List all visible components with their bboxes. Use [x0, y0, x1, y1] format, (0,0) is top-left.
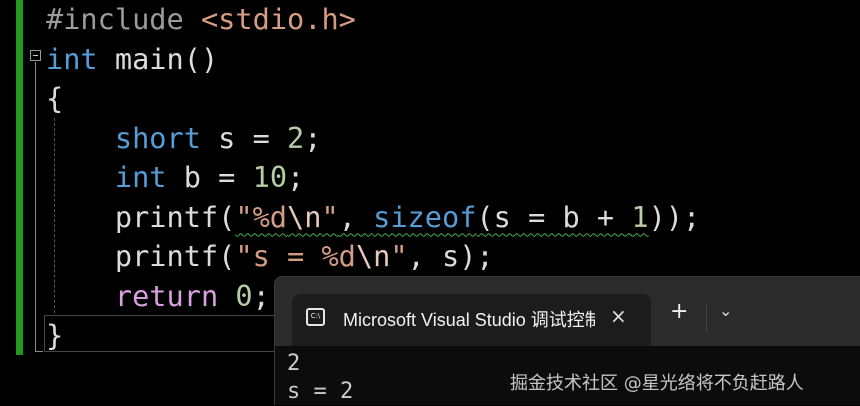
code-token: )); — [648, 199, 701, 234]
code-token: , — [338, 199, 374, 234]
new-tab-button[interactable]: + — [670, 299, 688, 324]
number-literal: 1 — [631, 199, 649, 234]
code-token: printf( — [46, 239, 236, 273]
watermark: 掘金技术社区 @星光络将不负赶路人 — [510, 373, 804, 394]
code-token: printf( — [46, 199, 236, 234]
string-literal: "%d — [235, 199, 288, 234]
code-line-4: short s = 2; — [46, 119, 700, 159]
header-name: <stdio.h> — [200, 2, 356, 36]
output-line: s = 2 — [287, 379, 354, 404]
code-token: } — [46, 318, 64, 352]
code-token: b = — [166, 160, 253, 194]
preprocessor-directive: #include — [46, 2, 184, 36]
code-line-1: #include <stdio.h> — [46, 0, 700, 40]
code-line-5: int b = 10; — [46, 158, 700, 198]
keyword: int — [46, 41, 98, 76]
number-literal: 2 — [287, 120, 305, 155]
output-line: 2 — [287, 351, 301, 376]
code-line-2: int main() — [46, 40, 700, 80]
fold-guide-line — [35, 62, 36, 352]
code-token: ; — [287, 160, 305, 194]
code-token: (s = b + — [476, 199, 632, 234]
control-keyword: return — [114, 278, 219, 313]
change-indicator-bar — [16, 0, 23, 355]
collapse-icon[interactable] — [30, 50, 41, 61]
divider — [706, 304, 707, 332]
escape-sequence: \n — [355, 239, 391, 273]
close-icon[interactable]: × — [610, 304, 627, 328]
keyword: int — [114, 160, 167, 194]
escape-sequence: \n — [287, 199, 322, 234]
string-literal: " — [390, 239, 408, 273]
code-line-6: printf("%d\n", sizeof(s = b + 1)); — [46, 198, 700, 238]
code-token: ; — [304, 120, 322, 155]
code-token: { — [46, 81, 64, 115]
code-line-7: printf("s = %d\n", s); — [46, 237, 700, 277]
terminal-tab[interactable]: C:\ Microsoft Visual Studio 调试控制台 × — [292, 294, 651, 346]
code-line-3: { — [46, 79, 700, 119]
number-literal: 10 — [252, 160, 288, 194]
code-token: , s); — [407, 239, 494, 273]
string-literal: " — [321, 199, 339, 234]
chevron-down-icon[interactable]: ⌄ — [719, 301, 732, 320]
number-literal: 0 — [235, 278, 253, 313]
tab-title: Microsoft Visual Studio 调试控制台 — [343, 310, 595, 330]
code-token: ; — [252, 278, 270, 313]
console-icon: C:\ — [306, 308, 325, 326]
keyword: sizeof — [373, 199, 477, 234]
string-literal: "s = %d — [235, 239, 356, 273]
code-token: s = — [200, 120, 288, 155]
keyword: short — [114, 120, 201, 155]
fold-guide-end — [35, 351, 43, 352]
code-token: main() — [97, 41, 219, 76]
